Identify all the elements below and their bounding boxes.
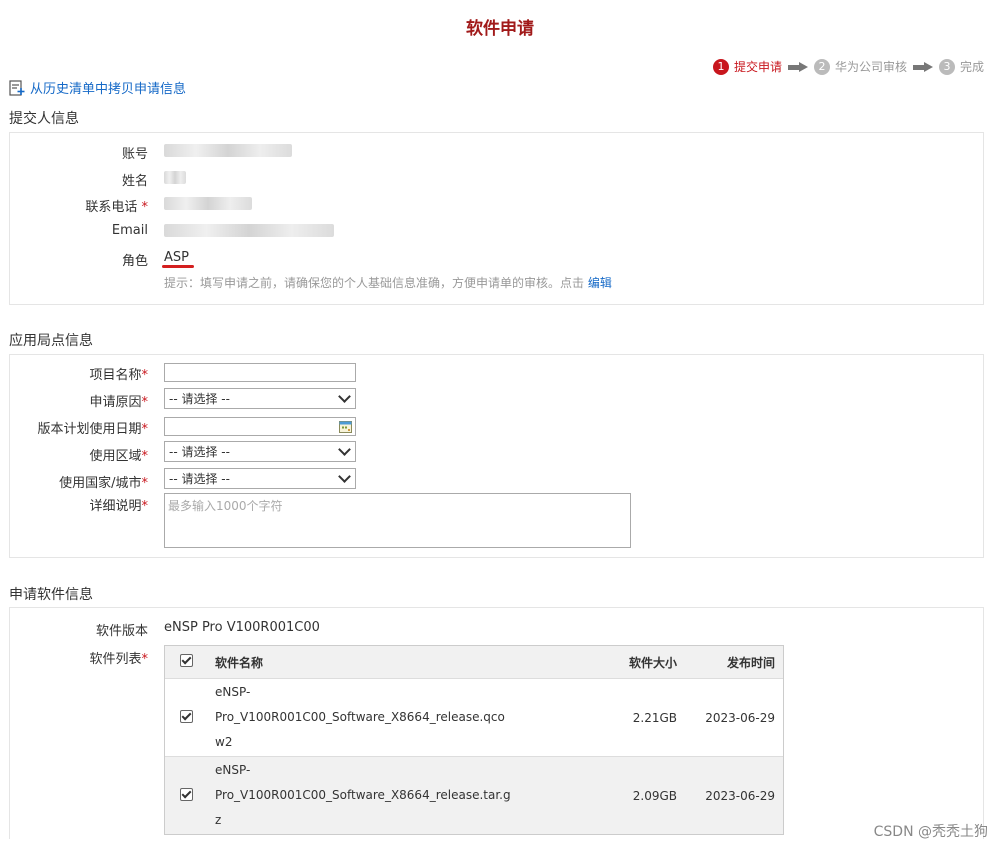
version-value: eNSP Pro V100R001C00 [164, 620, 320, 635]
phone-label: 联系电话 * [85, 200, 148, 215]
arrow-right-icon [912, 61, 933, 72]
select-all-checkbox[interactable] [179, 654, 193, 667]
region-label: 使用区域* [89, 449, 148, 464]
step-review: 2 华为公司审核 [813, 58, 907, 75]
column-header-date: 发布时间 [687, 646, 783, 679]
chevron-down-icon [338, 443, 351, 456]
role-value: ASP [164, 250, 189, 265]
region-select[interactable]: -- 请选择 -- [164, 441, 356, 462]
chevron-down-icon [338, 390, 351, 403]
email-label: Email [111, 223, 148, 238]
column-header-name: 软件名称 [207, 646, 556, 679]
reason-label: 申请原因* [89, 395, 148, 410]
step-label: 提交申请 [733, 60, 782, 74]
account-value-blurred [164, 144, 292, 157]
row-checkbox[interactable] [179, 709, 193, 723]
software-section-title: 申请软件信息 [9, 587, 93, 603]
software-table: 软件名称 软件大小 发布时间 eNSP- Pro_V100R001C00_Sof… [164, 645, 784, 835]
table-row: eNSP- Pro_V100R001C00_Software_X8664_rel… [165, 678, 783, 757]
copy-list-icon [9, 79, 25, 96]
step-number: 1 [712, 58, 729, 75]
column-header-size: 软件大小 [556, 646, 687, 679]
watermark: CSDN @秃秃土狗 [873, 824, 988, 840]
arrow-right-icon [787, 61, 808, 72]
step-number: 2 [813, 58, 830, 75]
step-label: 华为公司审核 [834, 60, 907, 74]
step-complete: 3 完成 [938, 58, 984, 75]
country-city-select-value: -- 请选择 -- [169, 472, 230, 486]
page-title: 软件申请 [466, 19, 534, 39]
email-value-blurred [164, 224, 334, 237]
select-all-cell [165, 646, 207, 679]
project-name-input[interactable] [164, 363, 356, 382]
copy-from-history-link[interactable]: 从历史清单中拷贝申请信息 [9, 78, 186, 97]
submitter-section-title: 提交人信息 [9, 111, 79, 127]
progress-steps: 1 提交申请 2 华为公司审核 3 完成 [712, 58, 984, 75]
detail-label: 详细说明* [89, 499, 148, 514]
step-number: 3 [938, 58, 955, 75]
calendar-icon[interactable] [339, 420, 352, 437]
software-size-cell: 2.09GB [556, 756, 687, 834]
reason-select-value: -- 请选择 -- [169, 392, 230, 406]
edit-link[interactable]: 编辑 [588, 276, 612, 290]
software-name-cell: eNSP- Pro_V100R001C00_Software_X8664_rel… [207, 756, 556, 834]
software-size-cell: 2.21GB [556, 678, 687, 757]
step-label: 完成 [959, 60, 984, 74]
table-header-row: 软件名称 软件大小 发布时间 [165, 646, 783, 679]
role-label: 角色 [121, 254, 148, 269]
detail-textarea[interactable]: 最多输入1000个字符 [164, 493, 631, 548]
region-select-value: -- 请选择 -- [169, 445, 230, 459]
country-city-select[interactable]: -- 请选择 -- [164, 468, 356, 489]
hint-text: 提示：填写申请之前，请确保您的个人基础信息准确，方便申请单的审核。点击 编辑 [164, 276, 612, 290]
version-label: 软件版本 [95, 624, 148, 639]
plan-date-label: 版本计划使用日期* [37, 422, 148, 437]
name-value-blurred [164, 171, 186, 184]
account-label: 账号 [121, 147, 148, 162]
software-list-label: 软件列表* [89, 652, 148, 667]
site-section-title: 应用局点信息 [9, 333, 93, 349]
project-name-label: 项目名称* [89, 368, 148, 383]
detail-placeholder: 最多输入1000个字符 [168, 499, 283, 513]
country-city-label: 使用国家/城市* [59, 476, 148, 491]
copy-link-label: 从历史清单中拷贝申请信息 [30, 82, 187, 97]
software-date-cell: 2023-06-29 [687, 678, 783, 757]
row-checkbox[interactable] [179, 787, 193, 801]
reason-select[interactable]: -- 请选择 -- [164, 388, 356, 409]
table-row: eNSP- Pro_V100R001C00_Software_X8664_rel… [165, 756, 783, 834]
software-name-cell: eNSP- Pro_V100R001C00_Software_X8664_rel… [207, 678, 556, 757]
name-label: 姓名 [121, 174, 148, 189]
software-date-cell: 2023-06-29 [687, 756, 783, 834]
chevron-down-icon [338, 470, 351, 483]
role-underline [162, 265, 194, 268]
phone-value-blurred [164, 197, 252, 210]
step-submit: 1 提交申请 [712, 58, 782, 75]
plan-date-input[interactable] [164, 417, 356, 436]
